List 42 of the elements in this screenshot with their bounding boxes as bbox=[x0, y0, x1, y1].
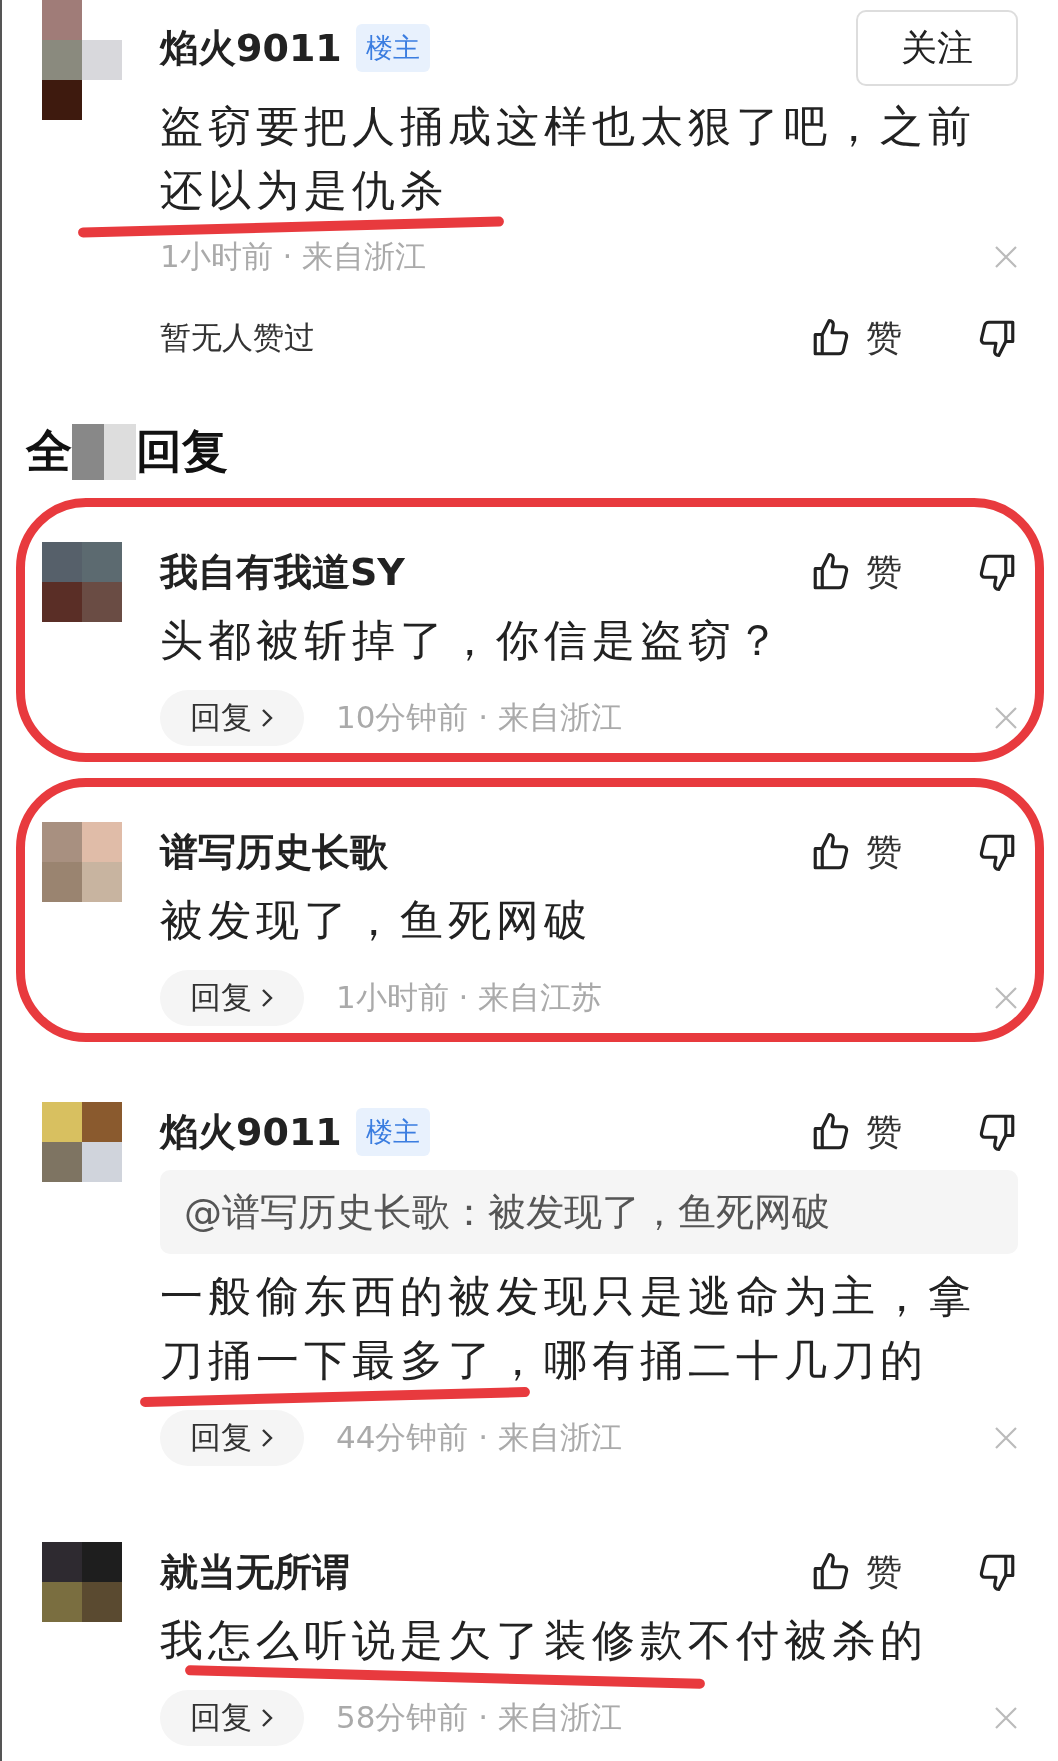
likes-summary: 暂无人赞过 bbox=[160, 318, 315, 357]
comment-text: 盗窃要把人捅成这样也太狠了吧，之前还以为是仇杀 bbox=[160, 100, 977, 217]
comment-text: 头都被斩掉了，你信是盗窃？ bbox=[160, 614, 785, 667]
avatar[interactable] bbox=[42, 0, 122, 120]
comment-meta: 44分钟前 · 来自浙江 bbox=[336, 1418, 622, 1457]
close-icon[interactable] bbox=[994, 1706, 1018, 1730]
mosaic-blur bbox=[72, 424, 136, 480]
close-icon[interactable] bbox=[994, 1426, 1018, 1450]
comment-text: 一般偷东西的被发现只是逃命为主，拿刀捅一下最多了，哪有捅二十几刀的 bbox=[160, 1270, 977, 1387]
like-button[interactable]: 赞 bbox=[810, 827, 902, 877]
chevron-icon bbox=[260, 987, 274, 1009]
section-title: 全 bbox=[26, 423, 72, 480]
chevron-icon bbox=[260, 1707, 274, 1729]
like-button[interactable]: 赞 bbox=[810, 547, 902, 597]
comment-text: 被发现了，鱼死网破 bbox=[160, 894, 593, 947]
close-icon[interactable] bbox=[994, 706, 1018, 730]
reply-button[interactable]: 回复 bbox=[160, 1410, 304, 1466]
quoted-reply: @谱写历史长歌：被发现了，鱼死网破 bbox=[160, 1170, 1018, 1254]
author-badge: 楼主 bbox=[355, 24, 430, 72]
username[interactable]: 我自有我道SY bbox=[160, 546, 405, 598]
author-badge: 楼主 bbox=[355, 1108, 430, 1156]
like-button[interactable]: 赞 bbox=[810, 313, 902, 363]
like-button[interactable]: 赞 bbox=[810, 1107, 902, 1157]
comment-meta: 1小时前 · 来自江苏 bbox=[336, 978, 603, 1017]
username[interactable]: 焰火9011 bbox=[160, 22, 342, 74]
comment-meta: 1小时前 · 来自浙江 bbox=[160, 237, 427, 276]
username[interactable]: 焰火9011 bbox=[160, 1106, 342, 1158]
like-button[interactable]: 赞 bbox=[810, 1547, 902, 1597]
reply-button[interactable]: 回复 bbox=[160, 1690, 304, 1746]
close-icon[interactable] bbox=[994, 245, 1018, 269]
reply-button[interactable]: 回复 bbox=[160, 690, 304, 746]
section-title: 回复 bbox=[136, 423, 228, 480]
chevron-icon bbox=[260, 707, 274, 729]
chevron-icon bbox=[260, 1427, 274, 1449]
comment-meta: 58分钟前 · 来自浙江 bbox=[336, 1698, 622, 1737]
username[interactable]: 就当无所谓 bbox=[160, 1546, 350, 1598]
username[interactable]: 谱写历史长歌 bbox=[160, 826, 388, 878]
follow-button[interactable]: 关注 bbox=[856, 10, 1018, 86]
comment-meta: 10分钟前 · 来自浙江 bbox=[336, 698, 622, 737]
close-icon[interactable] bbox=[994, 986, 1018, 1010]
reply-button[interactable]: 回复 bbox=[160, 970, 304, 1026]
comment-text: 我怎么听说是欠了装修款不付被杀的 bbox=[160, 1614, 929, 1667]
